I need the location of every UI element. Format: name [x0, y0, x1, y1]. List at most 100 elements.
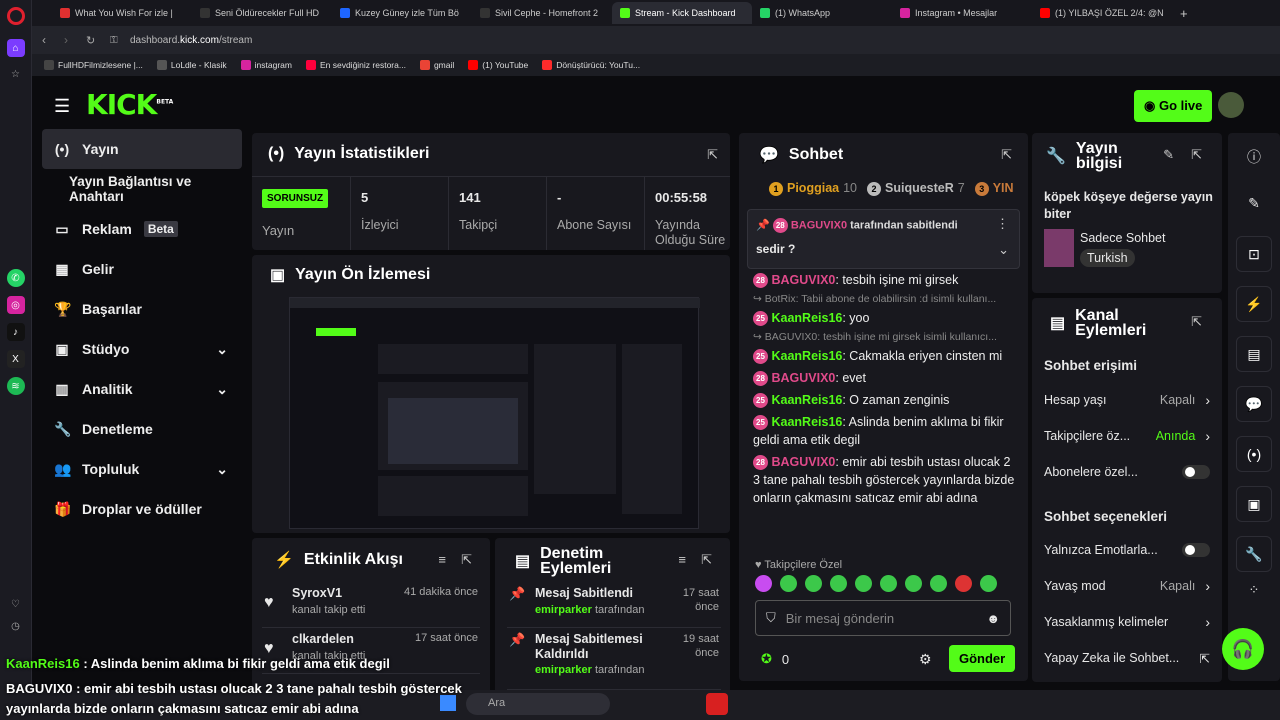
- popout-icon[interactable]: ⇱: [1191, 147, 1202, 163]
- emote-icon[interactable]: [880, 575, 897, 592]
- more-icon[interactable]: ⋮: [996, 216, 1009, 232]
- back-icon[interactable]: ‹: [42, 33, 46, 47]
- bookmark[interactable]: LoLdle - Klasik: [156, 60, 227, 70]
- tab[interactable]: Kuzey Güney izle Tüm Bö: [332, 2, 472, 24]
- nav-item[interactable]: 👥 Topluluk ⌄: [42, 449, 242, 489]
- address-bar[interactable]: ‹ › ↻ ⚿ dashboard.kick.com/stream: [32, 26, 1280, 54]
- emote-icon[interactable]: [930, 575, 947, 592]
- tab[interactable]: What You Wish For izle |: [52, 2, 192, 24]
- leader-entry[interactable]: 2 SuiquesteR 7: [867, 181, 965, 196]
- chat-message[interactable]: 25 KaanReis16: Cakmakla eriyen cinsten m…: [753, 347, 1015, 365]
- tab[interactable]: (1) YILBAŞI ÖZEL 2/4: @N: [1032, 2, 1172, 24]
- reply-preview[interactable]: ↪ BotRix: Tabii abone de olabilirsin :d …: [753, 293, 1015, 305]
- emote-icon[interactable]: [805, 575, 822, 592]
- bookmark[interactable]: gmail: [419, 60, 454, 70]
- tab[interactable]: Instagram • Mesajlar: [892, 2, 1032, 24]
- setting-row[interactable]: Abonelere özel...: [1044, 454, 1210, 490]
- chat-message[interactable]: 28 BAGUVIX0: emir abi tesbih ustası oluc…: [753, 453, 1015, 507]
- nav-item[interactable]: ▣ Stüdyo ⌄: [42, 329, 242, 369]
- toggle-switch[interactable]: [1182, 465, 1210, 479]
- apps-icon[interactable]: ⁘: [1228, 582, 1280, 598]
- leader-entry[interactable]: 3 YIN: [974, 181, 1018, 196]
- heart-icon[interactable]: ♡: [7, 595, 25, 613]
- go-live-button[interactable]: ◉ Go live: [1134, 90, 1213, 122]
- emoji-icon[interactable]: ☻: [986, 611, 1000, 626]
- chevron-down-icon[interactable]: ⌄: [216, 381, 228, 398]
- emote-icon[interactable]: [980, 575, 997, 592]
- edit-icon[interactable]: ✎: [1163, 147, 1174, 163]
- stream-preview-image[interactable]: [289, 297, 700, 529]
- bookmark[interactable]: FullHDFilmizlesene |...: [44, 60, 143, 70]
- support-icon[interactable]: 🎧: [1222, 628, 1264, 670]
- gear-icon[interactable]: ⚙: [919, 651, 932, 668]
- url-text[interactable]: dashboard.kick.com/stream: [130, 35, 252, 46]
- camera-icon[interactable]: ⊡: [1236, 236, 1272, 272]
- bookmark[interactable]: (1) YouTube: [468, 60, 528, 70]
- chat-message[interactable]: 25 KaanReis16: Aslinda benim aklıma bi f…: [753, 413, 1015, 449]
- setting-row[interactable]: Hesap yaşı Kapalı ›: [1044, 382, 1210, 418]
- wrench-icon[interactable]: 🔧: [1236, 536, 1272, 572]
- setting-row[interactable]: Takipçilere öz... Anında ›: [1044, 418, 1210, 454]
- nav-item[interactable]: Yayın Bağlantısı ve Anahtarı: [42, 169, 242, 209]
- tab[interactable]: Stream - Kick Dashboard: [612, 2, 752, 24]
- popout-icon[interactable]: ⇱: [1001, 147, 1012, 163]
- bookmark[interactable]: En sevdiğiniz restora...: [305, 60, 406, 70]
- popout-icon[interactable]: ⇱: [701, 552, 712, 568]
- opera-taskbar-icon[interactable]: [706, 693, 728, 715]
- emote-icon[interactable]: [830, 575, 847, 592]
- chat-message[interactable]: 25 KaanReis16: O zaman zenginis: [753, 391, 1015, 409]
- nav-item[interactable]: ▭ Reklam Beta: [42, 209, 242, 249]
- history-icon[interactable]: ◷: [7, 617, 25, 635]
- nav-item[interactable]: (•) Yayın: [42, 129, 242, 169]
- star-icon[interactable]: ☆: [7, 65, 25, 83]
- category-name[interactable]: Sadece Sohbet: [1080, 231, 1166, 245]
- chat-message[interactable]: 28 BAGUVIX0: evet: [753, 369, 1015, 387]
- tab[interactable]: (1) WhatsApp: [752, 2, 892, 24]
- chat-message[interactable]: 25 KaanReis16: yoo: [753, 309, 1015, 327]
- popout-icon[interactable]: ⇱: [707, 147, 718, 163]
- whatsapp-icon[interactable]: ✆: [6, 269, 25, 287]
- chat-username[interactable]: KaanReis16: [771, 311, 842, 325]
- chevron-down-icon[interactable]: ⌄: [216, 461, 228, 478]
- filter-icon[interactable]: ≡: [438, 552, 446, 567]
- send-button[interactable]: Gönder: [949, 645, 1016, 672]
- reply-preview[interactable]: ↪ BAGUVIX0: tesbih işine mi girsek isiml…: [753, 331, 1015, 343]
- chat-username[interactable]: KaanReis16: [771, 393, 842, 407]
- chat-username[interactable]: BAGUVIX0: [771, 455, 835, 469]
- x-icon[interactable]: X: [6, 350, 25, 368]
- chat-input[interactable]: ⛉ Bir mesaj gönderin ☻: [755, 600, 1011, 636]
- chat-username[interactable]: KaanReis16: [771, 349, 842, 363]
- setting-row[interactable]: Yalnızca Emotlarla...: [1044, 532, 1210, 568]
- activity-item[interactable]: ♥ SyroxV1 kanalı takip etti 41 dakika önce: [262, 584, 480, 628]
- kick-logo[interactable]: KICKBETA: [86, 88, 173, 121]
- list-icon[interactable]: ▤: [1236, 336, 1272, 372]
- bookmark[interactable]: Dönüştürücü: YouTu...: [542, 60, 640, 70]
- menu-icon[interactable]: ☰: [54, 96, 70, 117]
- bolt-icon[interactable]: ⚡: [1236, 286, 1272, 322]
- reload-icon[interactable]: ↻: [86, 34, 95, 47]
- moderation-item[interactable]: 📌 Mesaj Sabitlemesi Kaldırıldı emirparker …: [507, 630, 721, 690]
- filter-icon[interactable]: ≡: [678, 552, 686, 567]
- toggle-switch[interactable]: [1182, 543, 1210, 557]
- tab[interactable]: Seni Öldürecekler Full HD: [192, 2, 332, 24]
- moderation-item[interactable]: 📌 Mesaj Sabitlendi emirparker tarafından 17…: [507, 584, 721, 628]
- emote-icon[interactable]: [955, 575, 972, 592]
- tab[interactable]: Sivil Cephe - Homefront 2: [472, 2, 612, 24]
- chat-username[interactable]: BAGUVIX0: [771, 273, 835, 287]
- layout-icon[interactable]: ▣: [1236, 486, 1272, 522]
- emote-icon[interactable]: [780, 575, 797, 592]
- home-icon[interactable]: ⌂: [6, 39, 25, 57]
- points[interactable]: ✪ 0: [761, 651, 789, 667]
- instagram-icon[interactable]: ◎: [6, 296, 25, 314]
- spotify-icon[interactable]: ≋: [6, 377, 25, 395]
- setting-row[interactable]: Yasaklanmış kelimeler ›: [1044, 604, 1210, 640]
- chat-message[interactable]: 28 BAGUVIX0: tesbih işine mi girsek: [753, 271, 1015, 289]
- forward-icon[interactable]: ›: [64, 33, 68, 47]
- search-box[interactable]: Ara: [466, 693, 610, 715]
- nav-item[interactable]: 🔧 Denetleme: [42, 409, 242, 449]
- opera-logo-icon[interactable]: [6, 7, 25, 25]
- setting-row[interactable]: Yavaş mod Kapalı ›: [1044, 568, 1210, 604]
- broadcast-icon[interactable]: (•): [1236, 436, 1272, 472]
- edit-icon[interactable]: ✎: [1228, 195, 1280, 212]
- leader-entry[interactable]: 1 Pioggiaa 10: [769, 181, 857, 196]
